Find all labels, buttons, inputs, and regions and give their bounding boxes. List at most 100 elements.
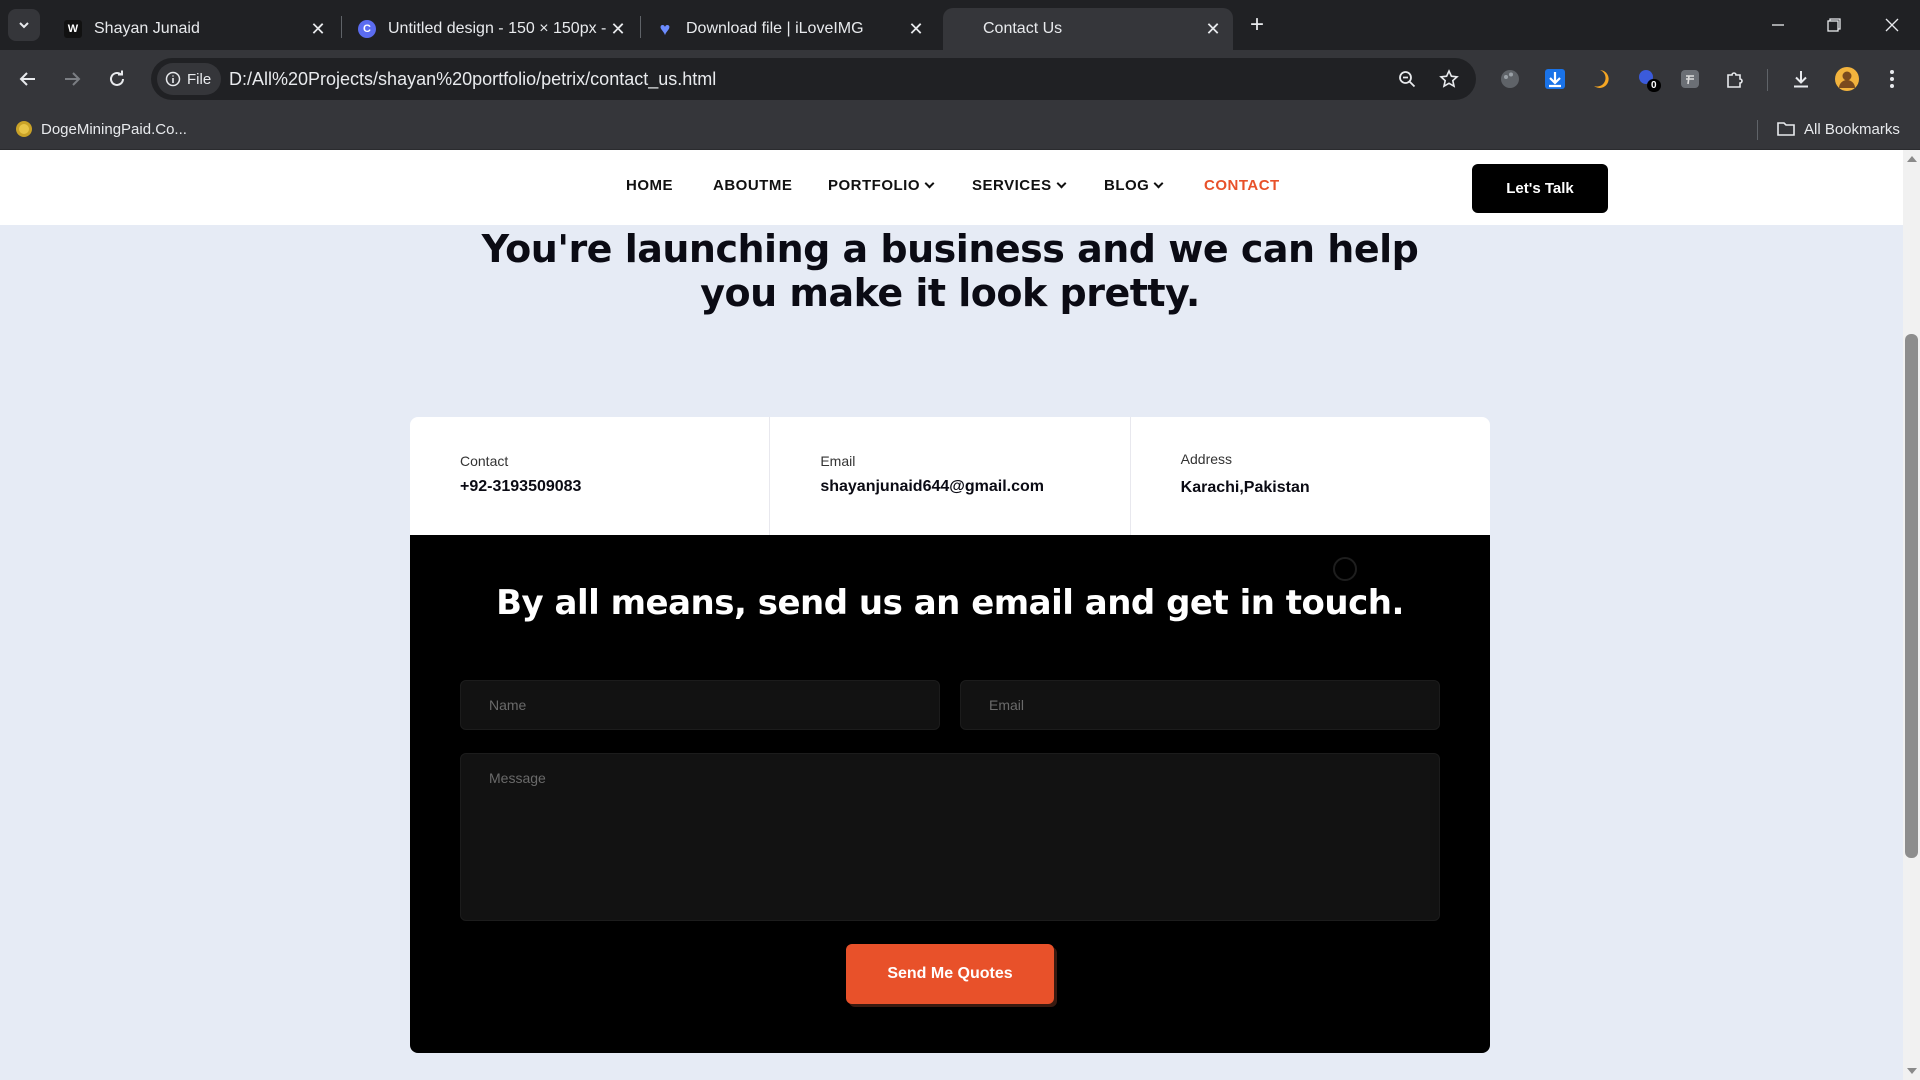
nav-home-label: HOME [626,177,673,194]
downloads-icon[interactable] [1787,65,1815,93]
nav-blog-label: BLOG [1104,177,1150,194]
chevron-down-icon [924,178,935,189]
orange-extension-icon[interactable] [1586,65,1614,93]
close-window-button[interactable] [1864,0,1920,50]
all-bookmarks-button[interactable]: All Bookmarks [1776,108,1900,150]
nav-services[interactable]: SERVICES [972,177,1067,194]
bookmarks-bar: DogeMiningPaid.Co... All Bookmarks [0,108,1920,150]
zoom-icon[interactable] [1395,67,1419,91]
form-title: By all means, send us an email and get i… [496,583,1404,623]
nav-contact-label: CONTACT [1204,177,1280,194]
scroll-up-arrow-icon[interactable] [1907,156,1917,162]
forward-button[interactable] [56,63,88,95]
tab-contact-us[interactable]: Contact Us ✕ [943,8,1233,50]
contact-label: Contact [460,453,509,469]
site-header: HOME ABOUTME PORTFOLIO SERVICES BLOG CON… [0,150,1903,225]
contact-email: shayanjunaid644@gmail.com [820,478,1045,495]
page-viewport: HOME ABOUTME PORTFOLIO SERVICES BLOG CON… [0,150,1903,1080]
folder-icon [1777,122,1795,136]
tab-iloveimg[interactable]: ♥ Download file | iLoveIMG ✕ [640,8,936,50]
nav-home[interactable]: HOME [626,177,673,194]
reload-button[interactable] [101,63,133,95]
w-logo-icon: W [64,20,82,38]
nav-portfolio[interactable]: PORTFOLIO [828,177,935,194]
all-bookmarks-label: All Bookmarks [1804,120,1900,138]
tab-untitled-design[interactable]: C Untitled design - 150 × 150px - ✕ [342,8,638,50]
restore-button[interactable] [1806,0,1862,50]
restore-icon [1827,18,1841,32]
send-quotes-button[interactable]: Send Me Quotes [846,944,1054,1004]
scroll-down-arrow-icon[interactable] [1907,1068,1917,1074]
download-extension-icon[interactable] [1541,65,1569,93]
new-tab-button[interactable]: + [1243,11,1271,39]
avatar[interactable] [1833,65,1861,93]
nav-aboutme-label: ABOUTME [713,177,793,194]
contact-address: Karachi,Pakistan [1180,479,1310,496]
heart-icon: ♥ [659,18,671,39]
name-field[interactable] [460,680,940,730]
canva-icon: C [358,20,376,38]
more-menu-icon[interactable] [1878,65,1906,93]
toolbar-separator [1767,69,1768,91]
mouse-cursor-ring [1333,557,1357,581]
contact-phone-block: Contact +92-3193509083 [410,417,771,535]
puzzle-icon[interactable] [1721,65,1749,93]
chevron-down-icon [19,22,29,29]
address-bar[interactable]: File D:/All%20Projects/shayan%20portfoli… [151,58,1476,100]
arrow-left-icon [19,72,35,86]
minimize-icon [1772,24,1784,26]
contact-form: By all means, send us an email and get i… [410,535,1490,1053]
email-field[interactable] [960,680,1440,730]
back-button[interactable] [12,63,44,95]
email-label: Email [820,453,856,469]
browser-tab-bar: W Shayan Junaid ✕ C Untitled design - 15… [0,0,1920,50]
bookmarks-separator [1757,120,1758,140]
chevron-down-icon [1056,178,1067,189]
lets-talk-button[interactable]: Let's Talk [1472,164,1608,213]
scroll-thumb[interactable] [1905,334,1918,858]
close-icon[interactable]: ✕ [1201,17,1225,41]
close-icon[interactable]: ✕ [306,17,330,41]
hero-line-2: you make it look pretty. [700,271,1200,315]
tab-title: Untitled design - 150 × 150px - [388,20,606,37]
nav-services-label: SERVICES [972,177,1052,194]
page-scrollbar[interactable] [1903,150,1920,1080]
site-info-chip[interactable]: File [157,63,222,95]
contact-phone: +92-3193509083 [460,478,582,495]
close-icon[interactable]: ✕ [904,17,928,41]
close-icon[interactable]: ✕ [606,17,630,41]
tab-shayan-junaid[interactable]: W Shayan Junaid ✕ [48,8,338,50]
hero-line-1: You're launching a business and we can h… [481,227,1419,271]
reload-icon [110,70,124,86]
extension-badge: 0 [1647,79,1661,92]
tab-title: Shayan Junaid [94,20,200,37]
nav-blog[interactable]: BLOG [1104,177,1164,194]
tab-title: Download file | iLoveIMG [686,20,864,37]
close-icon [1885,18,1899,32]
nav-aboutme[interactable]: ABOUTME [713,177,792,194]
contact-email-block: Email shayanjunaid644@gmail.com [770,417,1131,535]
badge-extension-icon[interactable]: 0 [1634,65,1662,93]
info-icon [165,71,181,87]
message-field[interactable] [460,753,1440,921]
chevron-down-icon [1153,178,1164,189]
arrow-right-icon [65,72,81,86]
doge-coin-icon [16,121,32,137]
tab-search-button[interactable] [8,9,40,41]
minimize-button[interactable] [1750,0,1806,50]
coin-extension-icon[interactable] [1676,65,1704,93]
plus-icon: + [1249,11,1264,38]
url-text[interactable]: D:/All%20Projects/shayan%20portfolio/pet… [229,58,716,100]
tab-title: Contact Us [983,20,1063,37]
bookmark-dogemining[interactable]: DogeMiningPaid.Co... [15,108,187,150]
chip-label: File [187,70,212,88]
browser-toolbar: File D:/All%20Projects/shayan%20portfoli… [0,50,1920,108]
nav-portfolio-label: PORTFOLIO [828,177,920,194]
nav-contact[interactable]: CONTACT [1204,177,1280,194]
address-label: Address [1180,451,1233,467]
page-title: You're launching a business and we can h… [480,227,1420,315]
bookmark-label: DogeMiningPaid.Co... [41,120,187,138]
star-icon[interactable] [1437,67,1461,91]
contact-info-card: Contact +92-3193509083 Email shayanjunai… [410,417,1490,535]
palette-extension-icon[interactable] [1496,65,1524,93]
